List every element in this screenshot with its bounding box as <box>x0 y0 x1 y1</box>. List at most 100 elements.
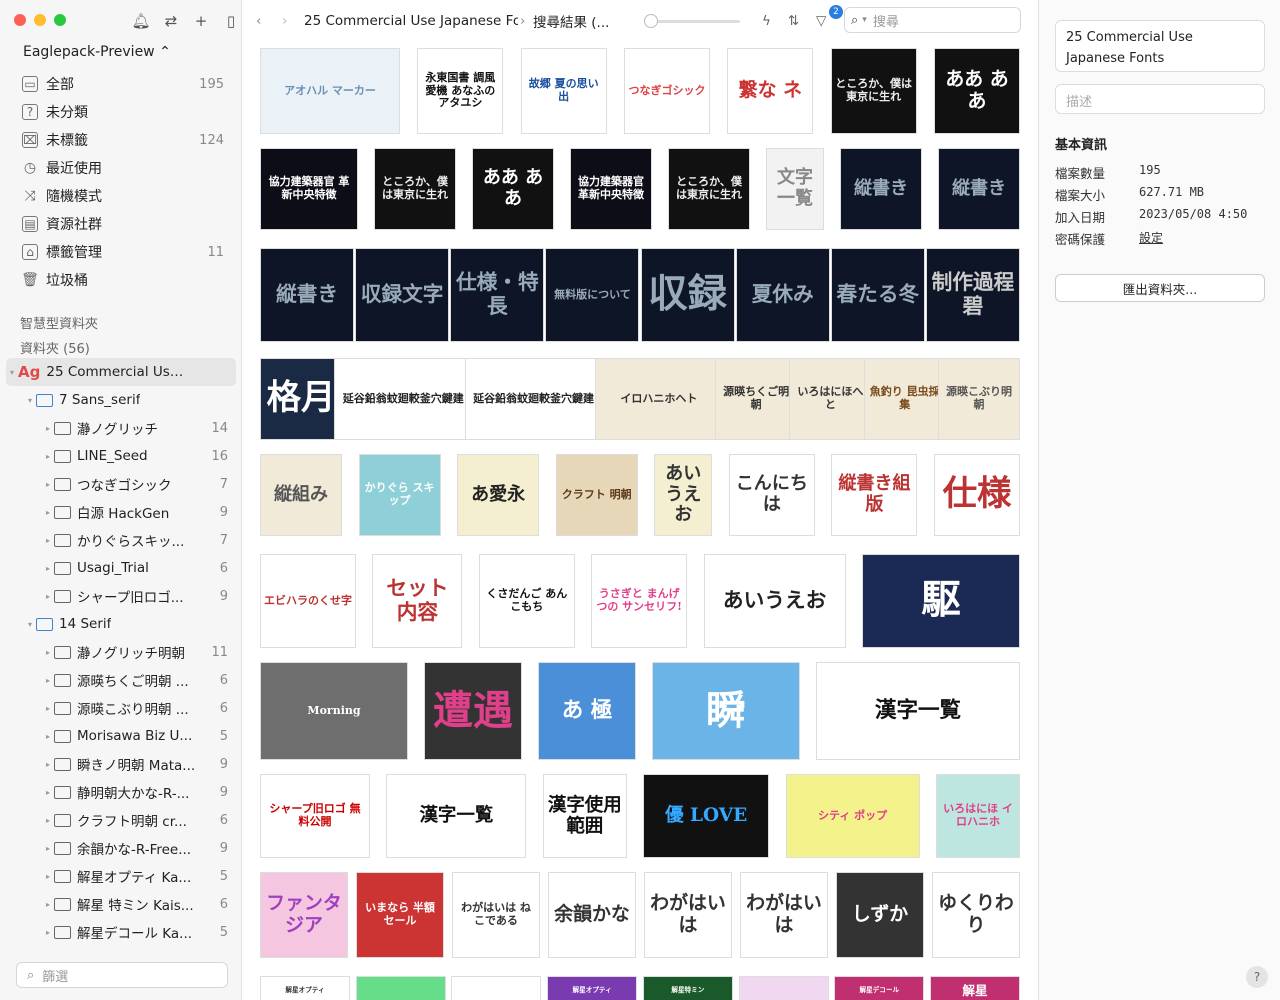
font-thumbnail[interactable]: いろはにほへと <box>789 358 872 440</box>
font-thumbnail[interactable]: 解星特ミン <box>642 976 733 1000</box>
font-thumbnail[interactable]: 漢字使用範囲 <box>542 774 627 858</box>
font-thumbnail[interactable]: エビハラのくせ字 <box>260 554 356 648</box>
font-thumbnail[interactable]: いまなら 半額セール <box>356 872 444 958</box>
nav-item[interactable]: 🗑︎ 垃圾桶 <box>12 266 232 294</box>
back-icon[interactable]: ‹ <box>256 10 261 32</box>
bolt-icon[interactable]: ϟ <box>762 10 771 32</box>
folder-row[interactable]: ▸ 源暎こぶり明朝 ... 6 <box>6 694 236 722</box>
font-thumbnail[interactable]: くさだんご あんこもち <box>478 554 575 648</box>
sort-icon[interactable]: ⇄ <box>160 10 182 32</box>
folder-row[interactable]: ▸ 余韻かな-R-Free... 9 <box>6 834 236 862</box>
font-thumbnail[interactable]: ああ ああ <box>472 148 554 230</box>
font-thumbnail[interactable]: Morning <box>260 662 408 760</box>
disclosure-icon[interactable]: ▸ <box>42 844 54 853</box>
disclosure-icon[interactable]: ▸ <box>42 760 54 769</box>
font-thumbnail[interactable]: 縦書き <box>260 248 354 342</box>
font-thumbnail[interactable]: 仕様・特長 <box>450 248 545 342</box>
folder-title-field[interactable]: 25 Commercial Use Japanese Fonts <box>1055 20 1265 72</box>
folder-row[interactable]: ▸ 瀞ノグリッチ明朝 11 <box>6 638 236 666</box>
sidebar-toggle-icon[interactable]: ▯ <box>220 10 242 32</box>
font-thumbnail[interactable]: 文字一覧 <box>766 148 824 230</box>
folder-row[interactable]: ▸ かりぐらスキッ... 7 <box>6 526 236 554</box>
nav-item[interactable]: ▤ 資源社群 <box>12 210 232 238</box>
disclosure-icon[interactable]: ▸ <box>42 676 54 685</box>
font-thumbnail[interactable]: 協力建築器官 革新中央特徴 <box>260 148 358 230</box>
font-thumbnail[interactable]: 春たる冬 <box>830 248 925 342</box>
font-thumbnail[interactable]: 無料版について <box>545 248 640 342</box>
font-thumbnail[interactable]: 瞬 <box>652 662 800 760</box>
folder-row[interactable]: ▸ LINE_Seed 16 <box>6 442 236 470</box>
font-thumbnail[interactable]: 優 LOVE <box>643 774 770 858</box>
nav-item[interactable]: ⌧ 未標籤 124 <box>12 126 232 154</box>
disclosure-icon[interactable]: ▸ <box>42 816 54 825</box>
breadcrumb-folder[interactable]: 25 Commercial Use Japanese Fo... <box>304 10 518 32</box>
font-thumbnail[interactable]: 駆 <box>862 554 1020 648</box>
font-thumbnail[interactable]: 魚釣り 昆虫採集 <box>863 358 946 440</box>
font-thumbnail[interactable]: しずか <box>836 872 924 958</box>
font-thumbnail[interactable]: 永東国書 調風愛機 あなふの アタユシ <box>417 48 504 134</box>
font-thumbnail[interactable]: 解星オプティ <box>547 976 638 1000</box>
font-thumbnail[interactable]: 繋な ネ <box>727 48 814 134</box>
disclosure-icon[interactable]: ▸ <box>42 928 54 937</box>
font-thumbnail[interactable]: 収録文字 <box>355 248 450 342</box>
close-window-button[interactable] <box>14 14 26 26</box>
font-thumbnail[interactable]: 協力建築器官 革新中央特徴 <box>570 148 652 230</box>
font-thumbnail[interactable]: あ愛永 <box>457 454 540 536</box>
bell-icon[interactable]: 🔔︎ <box>130 10 152 32</box>
description-field[interactable]: 描述 <box>1055 84 1265 114</box>
disclosure-icon[interactable]: ▸ <box>42 900 54 909</box>
font-thumbnail[interactable]: 制作過程 碧 <box>926 248 1020 342</box>
search-input[interactable]: ⌕ ▾ 搜尋 <box>844 7 1021 33</box>
font-thumbnail[interactable]: あいうえお <box>654 454 713 536</box>
font-thumbnail[interactable]: わがはいは <box>644 872 732 958</box>
thumbnail-size-slider[interactable] <box>644 14 740 28</box>
disclosure-icon[interactable]: ▸ <box>42 480 54 489</box>
disclosure-icon[interactable]: ▸ <box>42 536 54 545</box>
export-folder-button[interactable]: 匯出資料夾... <box>1055 274 1265 302</box>
font-thumbnail[interactable]: 解星デコール <box>834 976 925 1000</box>
folder-row[interactable]: ▸ 白源 HackGen 9 <box>6 498 236 526</box>
disclosure-icon[interactable]: ▸ <box>42 592 54 601</box>
help-button[interactable]: ? <box>1246 966 1268 988</box>
library-switcher[interactable]: Eaglepack-Preview ⌃ <box>23 44 171 60</box>
font-thumbnail[interactable]: うさぎと まんげつの サンセリフ! <box>591 554 688 648</box>
font-thumbnail[interactable]: ところか、僕は東京に生れ <box>830 48 917 134</box>
font-thumbnail[interactable]: ああ ああ <box>934 48 1020 134</box>
font-thumbnail[interactable]: イロハニホヘト <box>594 358 723 440</box>
folder-row[interactable]: ▸ Usagi_Trial 6 <box>6 554 236 582</box>
disclosure-icon[interactable]: ▸ <box>42 648 54 657</box>
font-thumbnail[interactable]: 遭遇 <box>424 662 522 760</box>
font-thumbnail[interactable]: わがはいは ねこである <box>452 872 540 958</box>
folder-row[interactable]: ▸ つなぎゴシック 7 <box>6 470 236 498</box>
disclosure-icon[interactable]: ▸ <box>42 508 54 517</box>
font-thumbnail[interactable]: あいうえお <box>703 554 846 648</box>
breadcrumb-current[interactable]: 搜尋結果 (... <box>533 10 609 32</box>
folder-row[interactable]: ▸ 解星オプティ Ka... 5 <box>6 862 236 890</box>
nav-item[interactable]: ? 未分類 <box>12 98 232 126</box>
folder-row[interactable]: ▸ クラフト明朝 cr... 6 <box>6 806 236 834</box>
font-thumbnail[interactable]: 漢字一覧 <box>386 774 527 858</box>
font-thumbnail[interactable]: シャープ旧ロゴ 無料公開 <box>260 774 370 858</box>
nav-item[interactable]: ⌂ 標籤管理 11 <box>12 238 232 266</box>
font-thumbnail[interactable] <box>738 976 829 1000</box>
font-thumbnail[interactable]: シティ ポップ <box>785 774 920 858</box>
font-thumbnail[interactable]: かりぐら スキップ <box>358 454 441 536</box>
font-thumbnail[interactable]: 解星オプティ <box>260 976 350 1000</box>
font-thumbnail[interactable]: 延谷鉛翁蚊廻較釜穴鍵建 <box>464 358 603 440</box>
forward-icon[interactable]: › <box>282 10 287 32</box>
font-thumbnail[interactable]: いろはにほ イロハニホ <box>936 774 1020 858</box>
font-thumbnail[interactable]: 仕様 <box>934 454 1020 536</box>
chevron-down-icon[interactable]: ▾ <box>862 15 867 25</box>
nav-item[interactable]: ⤨ 隨機模式 <box>12 182 232 210</box>
folder-row[interactable]: ▸ Morisawa Biz U... 5 <box>6 722 236 750</box>
font-thumbnail[interactable]: 格月 <box>260 358 342 440</box>
font-thumbnail[interactable]: アオハル マーカー <box>260 48 400 134</box>
folder-row[interactable]: ▾ 14 Serif <box>6 610 236 638</box>
font-thumbnail[interactable]: 夏休み <box>735 248 830 342</box>
zoom-window-button[interactable] <box>54 14 66 26</box>
disclosure-icon[interactable]: ▾ <box>24 620 36 629</box>
folder-row[interactable]: ▸ シャープ旧ロゴ... 9 <box>6 582 236 610</box>
folder-row[interactable]: ▸ 源暎ちくご明朝 ... 6 <box>6 666 236 694</box>
font-thumbnail[interactable]: 延谷鉛翁蚊廻較釜穴鍵建 <box>334 358 473 440</box>
font-thumbnail[interactable]: 源暎ちくご明朝 <box>715 358 798 440</box>
